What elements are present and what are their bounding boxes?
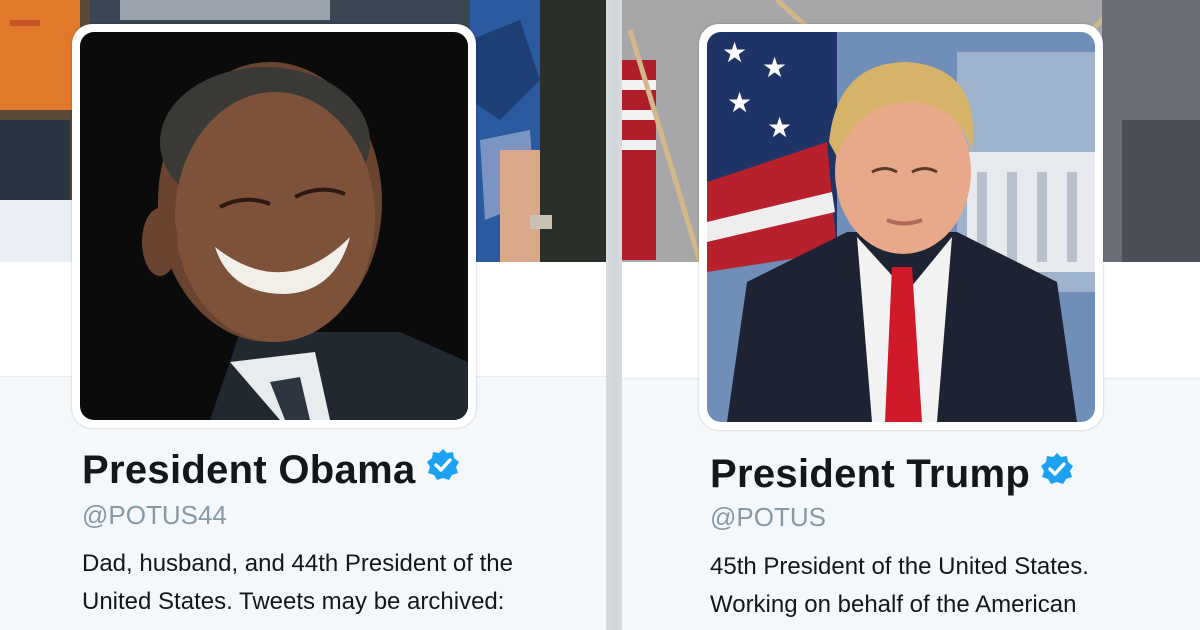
comparison-screenshot: President Obama @POTUS44 Dad, husband, a… [0,0,1200,630]
verified-badge-icon [1040,451,1074,496]
display-name[interactable]: President Obama [82,448,460,493]
bio-line: United States. Tweets may be archived: [82,588,505,615]
profile-card-trump: ★ ★ ★ ★ President Trump @POTUS 45th Pres… [622,0,1200,630]
screen-name[interactable]: @POTUS44 [82,500,227,531]
bio: Dad, husband, and 44th President of the … [82,545,513,621]
svg-text:★: ★ [762,51,787,84]
display-name-text[interactable]: President Obama [82,448,416,492]
svg-text:★: ★ [767,111,792,144]
svg-text:★: ★ [727,86,752,119]
display-name-text[interactable]: President Trump [710,452,1030,496]
display-name[interactable]: President Trump [710,452,1074,497]
verified-badge-icon [426,447,460,492]
screen-name[interactable]: @POTUS [710,502,826,533]
avatar[interactable]: ★ ★ ★ ★ [699,24,1103,430]
bio-line: Dad, husband, and 44th President of the [82,550,513,577]
profile-card-obama: President Obama @POTUS44 Dad, husband, a… [0,0,606,630]
bio-line: Working on behalf of the American [710,591,1077,618]
svg-text:★: ★ [722,36,747,69]
bio: 45th President of the United States. Wor… [710,548,1089,624]
avatar[interactable] [72,24,476,428]
panel-divider [606,0,622,630]
bio-line: 45th President of the United States. [710,553,1089,580]
